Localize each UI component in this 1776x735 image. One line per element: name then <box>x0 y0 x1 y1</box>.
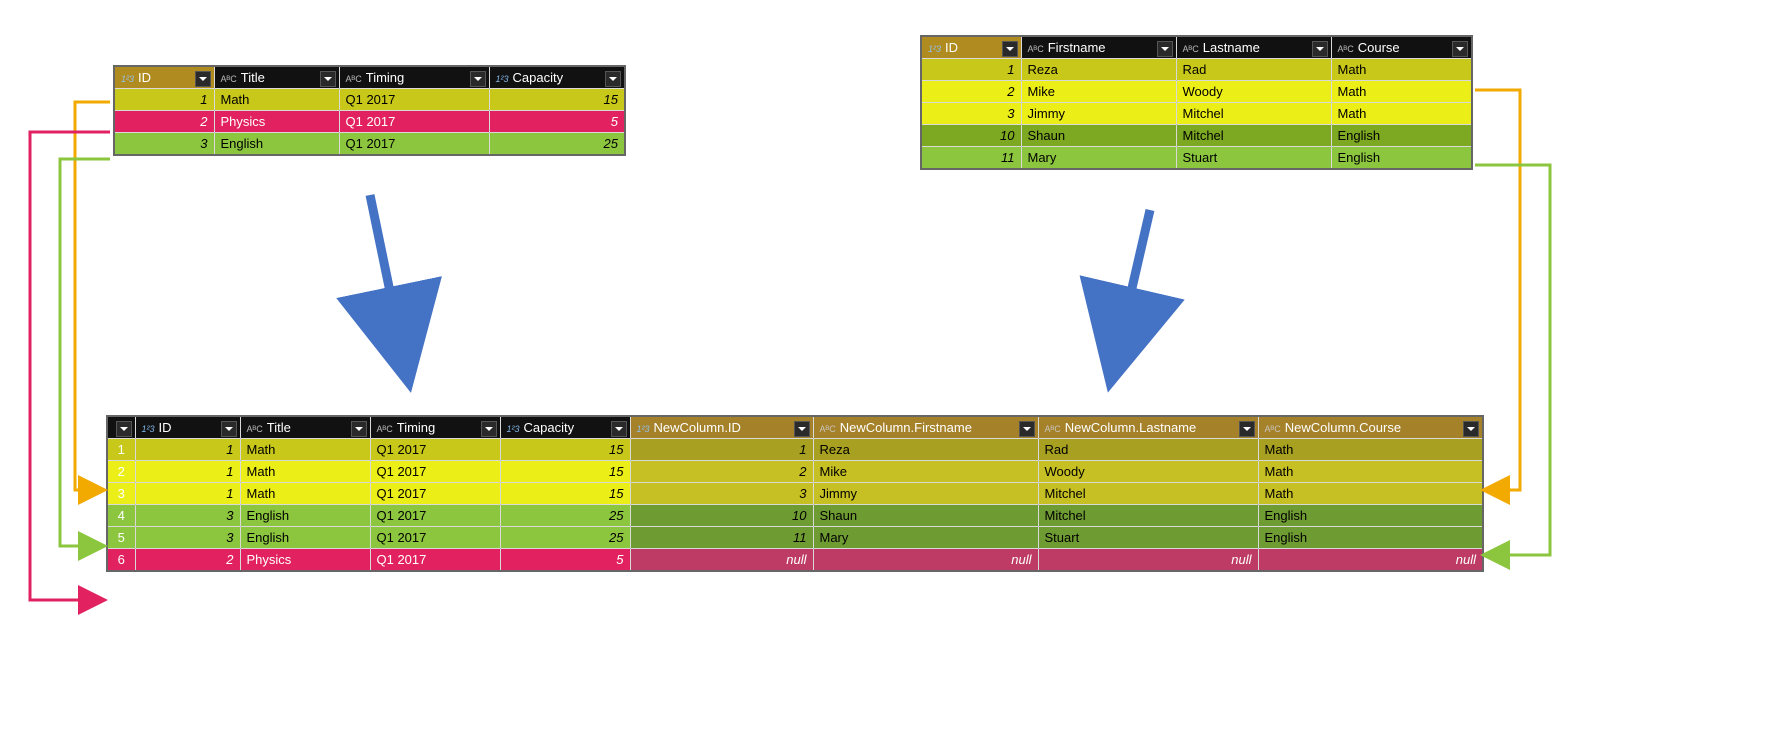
col-header-timing[interactable]: AᴮCTiming <box>370 416 500 439</box>
col-header-title[interactable]: AᴮCTitle <box>214 66 339 89</box>
connector-red <box>30 132 110 600</box>
table-row[interactable]: 2MikeWoodyMath <box>921 81 1472 103</box>
filter-icon[interactable] <box>1157 41 1173 57</box>
filter-icon[interactable] <box>221 421 237 437</box>
col-header-newlast[interactable]: AᴮCNewColumn.Lastname <box>1038 416 1258 439</box>
col-header-firstname[interactable]: AᴮCFirstname <box>1021 36 1176 59</box>
filter-icon[interactable] <box>1239 421 1255 437</box>
filter-icon[interactable] <box>481 421 497 437</box>
filter-icon[interactable] <box>1002 41 1018 57</box>
col-header-capacity[interactable]: 1²3Capacity <box>500 416 630 439</box>
table-row[interactable]: 1RezaRadMath <box>921 59 1472 81</box>
connector-green <box>60 159 110 546</box>
col-header-title[interactable]: AᴮCTitle <box>240 416 370 439</box>
chevron-down-icon[interactable] <box>116 421 132 437</box>
table-row[interactable]: 1MathQ1 201715 <box>114 89 625 111</box>
table-row[interactable]: 31MathQ1 2017153JimmyMitchelMath <box>107 483 1483 505</box>
filter-icon[interactable] <box>1452 41 1468 57</box>
source-table-right: 1²3ID AᴮCFirstname AᴮCLastname AᴮCCourse… <box>920 35 1473 170</box>
filter-icon[interactable] <box>605 71 621 87</box>
filter-icon[interactable] <box>611 421 627 437</box>
table-row[interactable]: 10ShaunMitchelEnglish <box>921 125 1472 147</box>
filter-icon[interactable] <box>1019 421 1035 437</box>
col-header-id[interactable]: 1²3ID <box>921 36 1021 59</box>
arrow-down-icon <box>370 195 400 340</box>
filter-icon[interactable] <box>470 71 486 87</box>
col-header-timing[interactable]: AᴮCTiming <box>339 66 489 89</box>
table-row[interactable]: 53EnglishQ1 20172511MaryStuartEnglish <box>107 527 1483 549</box>
col-header-newfirst[interactable]: AᴮCNewColumn.Firstname <box>813 416 1038 439</box>
row-selector-header[interactable] <box>107 416 135 439</box>
table-row[interactable]: 43EnglishQ1 20172510ShaunMitchelEnglish <box>107 505 1483 527</box>
filter-icon[interactable] <box>1463 421 1479 437</box>
col-header-course[interactable]: AᴮCCourse <box>1331 36 1472 59</box>
filter-icon[interactable] <box>1312 41 1328 57</box>
filter-icon[interactable] <box>195 71 211 87</box>
col-header-capacity[interactable]: 1²3Capacity <box>489 66 625 89</box>
filter-icon[interactable] <box>794 421 810 437</box>
table-row[interactable]: 62PhysicsQ1 20175nullnullnullnull <box>107 549 1483 572</box>
col-header-newcourse[interactable]: AᴮCNewColumn.Course <box>1258 416 1483 439</box>
table-row[interactable]: 3JimmyMitchelMath <box>921 103 1472 125</box>
col-header-lastname[interactable]: AᴮCLastname <box>1176 36 1331 59</box>
table-row[interactable]: 11MaryStuartEnglish <box>921 147 1472 170</box>
table-row[interactable]: 11MathQ1 2017151RezaRadMath <box>107 439 1483 461</box>
col-header-id[interactable]: 1²3ID <box>114 66 214 89</box>
merged-table: 1²3ID AᴮCTitle AᴮCTiming 1²3Capacity 1²3… <box>106 415 1484 572</box>
table-row[interactable]: 3EnglishQ1 201725 <box>114 133 625 156</box>
filter-icon[interactable] <box>351 421 367 437</box>
source-table-left: 1²3ID AᴮCTitle AᴮCTiming 1²3Capacity 1Ma… <box>113 65 626 156</box>
col-header-id[interactable]: 1²3ID <box>135 416 240 439</box>
table-row[interactable]: 2PhysicsQ1 20175 <box>114 111 625 133</box>
col-header-newid[interactable]: 1²3NewColumn.ID <box>630 416 813 439</box>
connector-green <box>1475 165 1550 555</box>
connector-yellow <box>75 102 110 490</box>
table-row[interactable]: 21MathQ1 2017152MikeWoodyMath <box>107 461 1483 483</box>
arrow-down-icon <box>1120 210 1150 340</box>
filter-icon[interactable] <box>320 71 336 87</box>
